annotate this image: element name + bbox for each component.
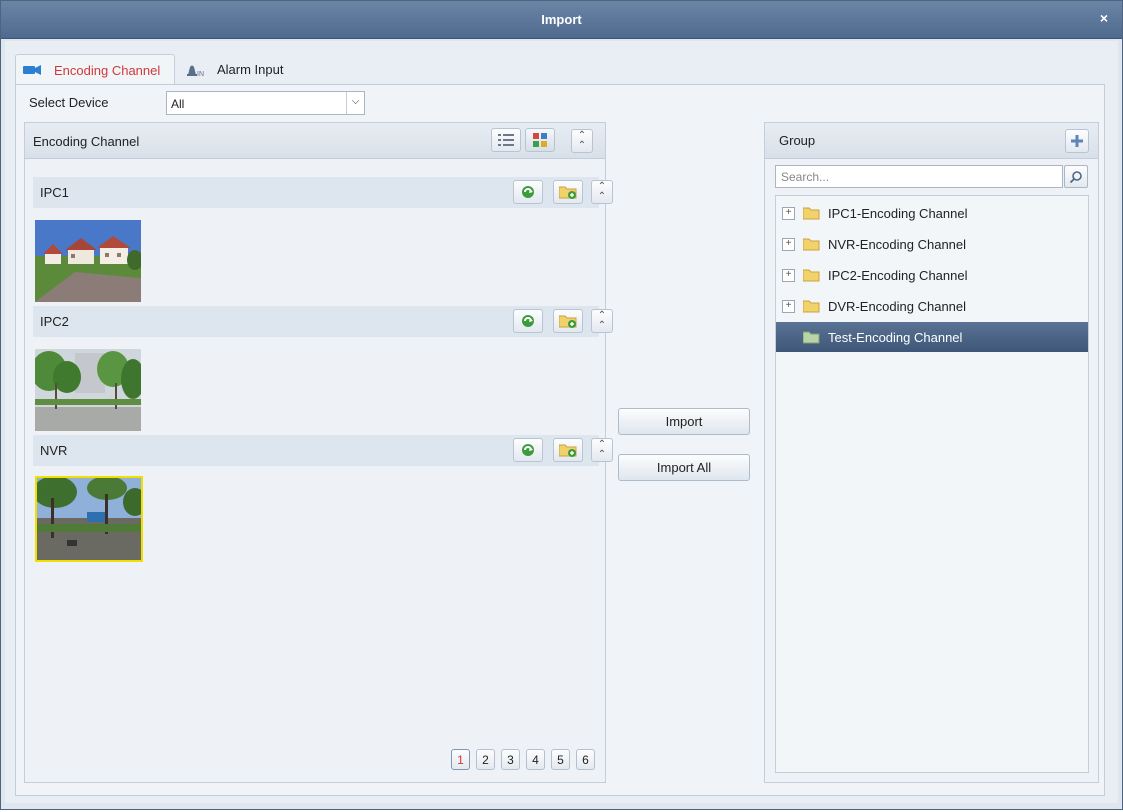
group-title: Group bbox=[779, 133, 816, 148]
list-view-icon bbox=[498, 134, 514, 146]
plus-icon bbox=[1071, 135, 1083, 147]
dialog-title: Import bbox=[541, 12, 582, 27]
add-group-button[interactable] bbox=[1065, 129, 1089, 153]
group-node[interactable]: + IPC1-Encoding Channel bbox=[776, 198, 1088, 228]
grid-view-icon bbox=[533, 133, 547, 147]
title-bar[interactable]: Import × bbox=[1, 1, 1122, 39]
channel-thumbnail-ipc1[interactable] bbox=[35, 220, 141, 302]
collapse-device-button[interactable]: ⌃ ⌃ bbox=[591, 438, 613, 462]
group-label: IPC1-Encoding Channel bbox=[828, 205, 968, 221]
tab-alarm-input-label: Alarm Input bbox=[217, 62, 284, 77]
search-button[interactable] bbox=[1064, 165, 1088, 188]
page-button[interactable]: 4 bbox=[526, 749, 545, 770]
refresh-icon bbox=[522, 186, 534, 198]
device-name: IPC2 bbox=[40, 314, 69, 329]
folder-icon bbox=[802, 207, 820, 220]
add-to-group-button[interactable] bbox=[553, 309, 583, 333]
group-search-input[interactable]: Search... bbox=[775, 165, 1063, 188]
group-label: DVR-Encoding Channel bbox=[828, 298, 967, 314]
group-node[interactable]: + IPC2-Encoding Channel bbox=[776, 260, 1088, 290]
double-chevron-up-icon: ⌃ ⌃ bbox=[597, 310, 607, 331]
group-node[interactable]: + DVR-Encoding Channel bbox=[776, 291, 1088, 321]
encoding-channel-header: Encoding Channel ⌃ ⌃ bbox=[25, 123, 605, 159]
svg-text:IN: IN bbox=[197, 71, 204, 77]
close-icon[interactable]: × bbox=[1096, 10, 1112, 28]
folder-icon bbox=[802, 300, 820, 313]
expand-icon[interactable]: + bbox=[782, 268, 795, 282]
folder-icon bbox=[802, 331, 820, 344]
add-to-group-button[interactable] bbox=[553, 180, 583, 204]
import-dialog: Import × Encoding Channel IN Alarm Input… bbox=[0, 0, 1123, 810]
select-device-label: Select Device bbox=[29, 95, 109, 110]
group-tree: + IPC1-Encoding Channel + NVR-Encoding C… bbox=[775, 195, 1089, 773]
tab-encoding-channel-label: Encoding Channel bbox=[54, 62, 161, 78]
folder-icon bbox=[802, 238, 820, 251]
group-header: Group bbox=[765, 123, 1098, 159]
group-label: IPC2-Encoding Channel bbox=[828, 267, 968, 283]
collapse-device-button[interactable]: ⌃ ⌃ bbox=[591, 180, 613, 204]
folder-add-icon bbox=[559, 315, 577, 328]
group-label: NVR-Encoding Channel bbox=[828, 236, 967, 252]
expand-icon[interactable]: + bbox=[782, 299, 795, 313]
tab-encoding-channel[interactable]: Encoding Channel bbox=[15, 54, 175, 85]
list-view-button[interactable] bbox=[491, 128, 521, 152]
encoding-channel-title: Encoding Channel bbox=[33, 134, 140, 149]
group-panel: Group Search... + IPC1-Encoding Channel bbox=[764, 122, 1099, 783]
expand-icon[interactable]: + bbox=[782, 206, 795, 220]
encoding-channel-panel: Encoding Channel ⌃ ⌃ IPC1 ⌃ ⌃ IPC2 ⌃ ⌃ N… bbox=[24, 122, 613, 783]
page-button[interactable]: 2 bbox=[476, 749, 495, 770]
refresh-icon bbox=[522, 315, 534, 327]
chevron-down-icon[interactable]: ⌵ bbox=[346, 92, 364, 114]
device-name: IPC1 bbox=[40, 185, 69, 200]
refresh-button[interactable] bbox=[513, 180, 543, 204]
alarm-input-icon: IN bbox=[185, 63, 205, 78]
grid-view-button[interactable] bbox=[525, 128, 555, 152]
channel-thumbnail-ipc2[interactable] bbox=[35, 349, 141, 431]
tab-alarm-input[interactable]: IN Alarm Input bbox=[181, 54, 311, 85]
double-chevron-up-icon: ⌃ ⌃ bbox=[597, 181, 607, 202]
folder-add-icon bbox=[559, 186, 577, 199]
select-device-value: All bbox=[171, 97, 185, 111]
refresh-button[interactable] bbox=[513, 309, 543, 333]
camera-icon bbox=[22, 63, 42, 77]
double-chevron-up-icon: ⌃ ⌃ bbox=[577, 130, 587, 151]
group-node[interactable]: + NVR-Encoding Channel bbox=[776, 229, 1088, 259]
refresh-icon bbox=[522, 444, 534, 456]
refresh-button[interactable] bbox=[513, 438, 543, 462]
page-button[interactable]: 5 bbox=[551, 749, 570, 770]
pagination: 1 2 3 4 5 6 bbox=[451, 749, 595, 770]
channel-thumbnail-nvr[interactable] bbox=[35, 476, 143, 562]
expand-icon[interactable]: + bbox=[782, 237, 795, 251]
collapse-device-button[interactable]: ⌃ ⌃ bbox=[591, 309, 613, 333]
device-row-ipc2: IPC2 ⌃ ⌃ bbox=[33, 306, 613, 337]
page-button[interactable]: 1 bbox=[451, 749, 470, 770]
import-all-button[interactable]: Import All bbox=[618, 454, 750, 481]
device-row-nvr: NVR ⌃ ⌃ bbox=[33, 435, 613, 466]
page-button[interactable]: 6 bbox=[576, 749, 595, 770]
tab-content: Select Device All ⌵ Encoding Channel ⌃⌃ bbox=[15, 84, 1105, 796]
dialog-body: Encoding Channel IN Alarm Input Select D… bbox=[5, 41, 1118, 803]
group-node-selected[interactable]: Test-Encoding Channel bbox=[776, 322, 1088, 352]
page-button[interactable]: 3 bbox=[501, 749, 520, 770]
device-row-ipc1: IPC1 ⌃ ⌃ bbox=[33, 177, 613, 208]
add-to-group-button[interactable] bbox=[553, 438, 583, 462]
select-device-dropdown[interactable]: All ⌵ bbox=[166, 91, 365, 115]
device-name: NVR bbox=[40, 443, 68, 458]
folder-icon bbox=[802, 269, 820, 282]
double-chevron-up-icon: ⌃ ⌃ bbox=[597, 439, 607, 460]
group-label: Test-Encoding Channel bbox=[828, 329, 963, 345]
folder-add-icon bbox=[559, 444, 577, 457]
collapse-all-button[interactable]: ⌃ ⌃ bbox=[571, 129, 593, 153]
search-icon bbox=[1069, 170, 1082, 183]
import-button[interactable]: Import bbox=[618, 408, 750, 435]
